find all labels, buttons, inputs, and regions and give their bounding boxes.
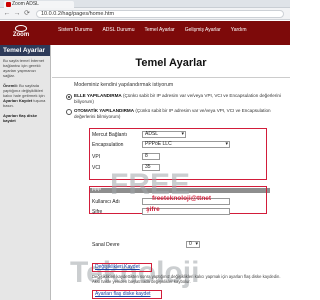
forward-icon[interactable]: →	[13, 10, 21, 18]
vpi-label: VPI	[92, 154, 101, 160]
encapsulation-label: Encapsulation	[92, 142, 124, 148]
nav-adsl-status[interactable]: ADSL Durumu	[102, 27, 134, 33]
auto-config-radio[interactable]	[66, 109, 72, 115]
mode-label: Mercut Bağlantı	[92, 132, 128, 138]
favicon-icon	[6, 2, 11, 7]
virtual-circuit-select[interactable]: 0 ▾	[186, 241, 200, 248]
encapsulation-select[interactable]: PPPoE LLC ▾	[142, 141, 230, 148]
vci-label: VCI	[92, 165, 101, 171]
address-bar: ← → ⟳ 10.0.0.2/hag/pages/home.htm	[0, 8, 290, 20]
tab-label: Zoom ADSL	[12, 1, 39, 7]
top-navigation: Sistem Durumu ADSL Durumu Temel Ayarlar …	[58, 27, 247, 33]
chevron-down-icon: ▾	[181, 131, 184, 137]
manual-config-option: ELLE YAPILANDIRMA (Çünkü sabit bir IP ad…	[74, 93, 281, 104]
intro-text: Modeminiz kendini yapılandırmak istiyoru…	[74, 82, 174, 88]
watermark-top: FREE	[110, 168, 191, 201]
virtual-circuit-label: Sanal Devre	[92, 242, 120, 248]
sidebar-title: Temel Ayarlar	[0, 45, 50, 56]
password-value: şifre	[146, 206, 160, 213]
manual-config-radio[interactable]	[66, 94, 72, 100]
reload-icon[interactable]: ⟳	[23, 10, 31, 18]
password-label: Şifre	[92, 209, 103, 215]
auto-config-option: OTOMATİK YAPILANDIRMA (Çünkü sabit bir I…	[74, 108, 271, 119]
sidebar-description: Bu sayfa temel İnternet bağlantısı için …	[3, 58, 46, 123]
save-changes-button[interactable]: Değişiklikleri Kaydet	[92, 263, 152, 272]
nav-basic-settings[interactable]: Temel Ayarlar	[145, 27, 175, 33]
back-icon[interactable]: ←	[3, 10, 11, 18]
nav-help[interactable]: Yardım	[231, 27, 247, 33]
zoom-logo-icon	[15, 25, 27, 32]
save-flash-button[interactable]: Ayarları flaş diske kaydet	[92, 290, 162, 299]
nav-system-status[interactable]: Sistem Durumu	[58, 27, 92, 33]
save-note: Değişiklikleri kaydettikten sonra yaptığ…	[92, 274, 281, 284]
nav-advanced-settings[interactable]: Gelişmiş Ayarlar	[185, 27, 221, 33]
chevron-down-icon: ▾	[225, 141, 228, 147]
sidebar: Temel Ayarlar Bu sayfa temel İnternet ba…	[0, 45, 51, 300]
page-title: Temel Ayarlar	[52, 48, 290, 78]
zoom-logo: Zoom	[4, 25, 38, 41]
ppp-header-label: PPP	[92, 187, 102, 192]
vpi-input[interactable]: 8	[142, 153, 160, 160]
chevron-down-icon: ▾	[195, 241, 198, 247]
router-header: Zoom Sistem Durumu ADSL Durumu Temel Aya…	[0, 21, 290, 45]
browser-tab[interactable]: Zoom ADSL	[4, 1, 74, 8]
url-field[interactable]: 10.0.0.2/hag/pages/home.htm	[36, 10, 284, 18]
browser-tabbar: Zoom ADSL	[0, 0, 290, 8]
watermark-bottom: Teknoloji	[70, 256, 200, 289]
mode-select[interactable]: ADSL ▾	[142, 131, 186, 138]
